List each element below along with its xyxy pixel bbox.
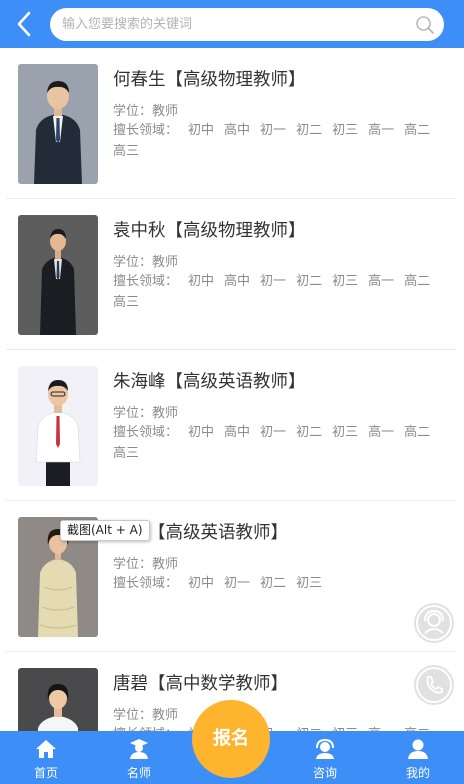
search-input[interactable] [62,8,402,41]
search-icon[interactable] [415,15,435,35]
teacher-areas: 擅长领域： 初中高中初一初二初三高一高二高三 [113,120,448,162]
service-icon [416,605,452,641]
customer-service-button[interactable] [414,603,454,643]
teacher-name: 袁中秋【高级物理教师】 [113,221,306,241]
area-tag: 初二 [260,576,287,591]
phone-button[interactable] [414,665,454,705]
area-tag: 高一 [368,274,395,289]
teacher-name: 唐碧【高中数学教师】 [113,674,288,694]
nav-mine-label: 我的 [405,766,430,780]
screenshot-tooltip: 截图(Alt + A) [60,520,150,541]
area-tag: 初中 [188,123,215,138]
teacher-list: 何春生【高级物理教师】 学位：教师 擅长领域： 初中 高中 初一 初二 初三 高一 高二高三 … [0,48,464,784]
consult-icon [316,738,334,759]
area-tag: 高三 [113,295,140,310]
area-tag: 初三 [332,123,359,138]
area-tag: 高一 [368,425,395,440]
teacher-degree: 学位：教师 [113,104,179,119]
teacher-areas: 擅长领域： 初中高中初一初二初三高一高二高三 [113,422,448,464]
nav-home[interactable]: 首页 [11,731,81,784]
back-icon[interactable] [10,9,40,39]
areas-label: 擅长领域： [113,576,179,591]
nav-home-label: 首页 [33,766,58,780]
teacher-icon [130,739,148,759]
area-tag: 高二 [404,123,431,138]
area-tag: 高二 [404,274,431,289]
teacher-degree: 学位：教师 [113,708,179,723]
phone-icon [416,667,452,703]
area-tag: 高二 [404,425,431,440]
area-tag: 初中 [188,274,215,289]
nav-consult[interactable]: 咨询 [290,731,360,784]
teacher-name: 朱海峰【高级英语教师】 [113,372,306,392]
area-tag: 初三 [332,274,359,289]
teacher-card[interactable]: 朱海峰【高级英语教师】 学位：教师 擅长领域： 初中 高中 初一 初二 初三 高一 高二高三 [6,350,456,501]
area-tag: 初二 [296,123,323,138]
teacher-photo [18,215,98,335]
area-tag: 高中 [224,123,251,138]
area-tag: 初三 [296,576,323,591]
user-icon [408,739,428,759]
area-tag: 高三 [113,446,140,461]
teacher-name: 何春生【高级物理教师】 [113,70,306,90]
area-tag: 初一 [260,274,287,289]
area-tag: 高三 [113,144,140,159]
nav-consult-label: 咨询 [312,766,337,780]
area-tag: 高一 [368,123,395,138]
areas-label: 擅长领域： [113,274,179,289]
teacher-areas: 擅长领域： 初中 初一 初二 初三 [113,573,448,594]
nav-teachers-label: 名师 [126,766,151,780]
teacher-degree: 学位：教师 [113,557,179,572]
teacher-photo [18,366,98,486]
top-bar [0,0,464,48]
signup-button[interactable]: 报名 [192,700,270,778]
teacher-card[interactable]: 何春生【高级物理教师】 学位：教师 擅长领域： 初中 高中 初一 初二 初三 高一 高二高三 [6,48,456,199]
area-tag: 初一 [260,123,287,138]
nav-mine[interactable]: 我的 [383,731,453,784]
areas-label: 擅长领域： [113,425,179,440]
nav-teachers[interactable]: 名师 [104,731,174,784]
area-tag: 初三 [332,425,359,440]
teacher-degree: 学位：教师 [113,255,179,270]
area-tag: 初二 [296,425,323,440]
area-tag: 初中 [188,425,215,440]
area-tag: 初一 [260,425,287,440]
teacher-photo [18,64,98,184]
search-box[interactable] [50,8,444,41]
teacher-card[interactable]: 袁中秋【高级物理教师】 学位：教师 擅长领域： 初中 高中 初一 初二 初三 高一 高二高三 [6,199,456,350]
teacher-areas: 擅长领域： 初中高中初一初二初三高一高二高三 [113,271,448,313]
teacher-degree: 学位：教师 [113,406,179,421]
area-tag: 初二 [296,274,323,289]
area-tag: 高中 [224,274,251,289]
area-tag: 高中 [224,425,251,440]
area-tag: 初一 [224,576,251,591]
areas-label: 擅长领域： [113,123,179,138]
home-icon [36,740,56,758]
area-tag: 初中 [188,576,215,591]
